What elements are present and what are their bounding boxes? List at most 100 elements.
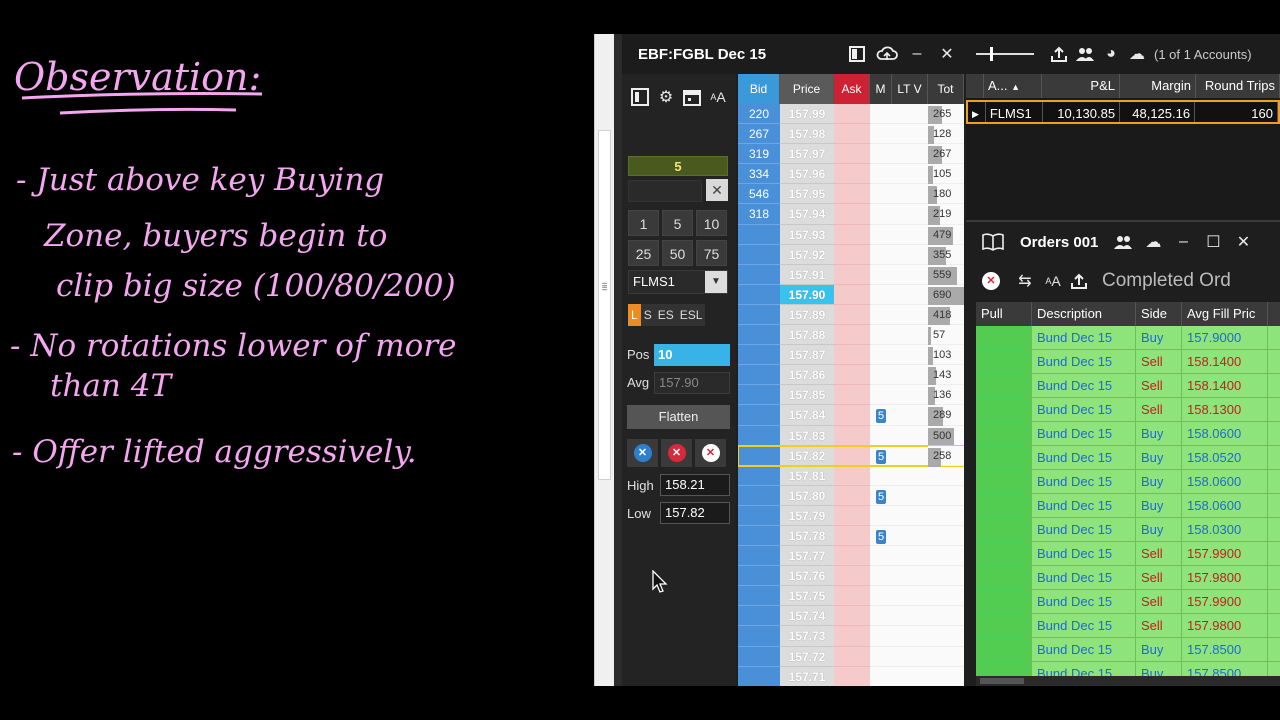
ask-cell[interactable]: [834, 586, 870, 607]
my-order-cell[interactable]: [870, 164, 892, 185]
bid-cell[interactable]: 334: [738, 164, 780, 185]
calendar-icon[interactable]: [680, 86, 704, 108]
price-cell[interactable]: 157.99: [780, 104, 834, 125]
ask-cell[interactable]: [834, 304, 870, 326]
ask-cell[interactable]: [834, 365, 870, 386]
order-row[interactable]: Bund Dec 15 Sell 157.9800: [976, 614, 1280, 638]
working-order-chip[interactable]: 5: [876, 489, 886, 504]
orders-col-side[interactable]: Side: [1136, 302, 1182, 326]
ask-cell[interactable]: [834, 124, 870, 145]
bid-cell[interactable]: [738, 666, 780, 686]
my-order-cell[interactable]: [870, 325, 892, 346]
cloud-icon[interactable]: ☁: [1142, 231, 1164, 253]
my-order-cell[interactable]: [870, 425, 892, 446]
my-order-cell[interactable]: 5: [870, 445, 892, 466]
layout-icon[interactable]: [846, 43, 868, 65]
price-cell[interactable]: 157.94: [780, 204, 834, 225]
swap-icon[interactable]: ⇆: [1014, 270, 1036, 292]
price-cell[interactable]: 157.97: [780, 144, 834, 165]
ask-cell[interactable]: [834, 425, 870, 446]
bid-cell[interactable]: [738, 224, 780, 245]
ask-cell[interactable]: [834, 224, 870, 245]
my-order-cell[interactable]: [870, 566, 892, 587]
accounts-col-margin[interactable]: Margin: [1120, 74, 1196, 98]
cancel-bids-button[interactable]: ✕: [627, 439, 658, 467]
slider-handle[interactable]: [990, 47, 993, 61]
ask-cell[interactable]: [834, 465, 870, 486]
price-cell[interactable]: 157.78: [780, 525, 834, 547]
bid-cell[interactable]: [738, 525, 780, 547]
price-cell[interactable]: 157.91: [780, 264, 834, 285]
cancel-icon[interactable]: ✕: [980, 270, 1002, 292]
ask-cell[interactable]: [834, 666, 870, 686]
scrollbar-thumb[interactable]: [598, 130, 611, 480]
ask-cell[interactable]: [834, 505, 870, 526]
bid-cell[interactable]: [738, 405, 780, 426]
tot-header[interactable]: Tot: [928, 74, 964, 104]
bid-cell[interactable]: [738, 445, 780, 466]
price-cell[interactable]: 157.79: [780, 505, 834, 526]
order-row[interactable]: Bund Dec 15 Buy 157.8500: [976, 638, 1280, 662]
price-cell[interactable]: 157.87: [780, 345, 834, 366]
accounts-col-roundtrips[interactable]: Round Trips: [1196, 74, 1280, 98]
cancel-asks-button[interactable]: ✕: [661, 439, 692, 467]
price-cell[interactable]: 157.76: [780, 566, 834, 587]
mode-l[interactable]: L: [628, 304, 641, 326]
my-order-cell[interactable]: [870, 244, 892, 265]
my-order-cell[interactable]: [870, 626, 892, 647]
price-cell[interactable]: 157.98: [780, 124, 834, 145]
my-order-cell[interactable]: [870, 385, 892, 406]
order-row[interactable]: Bund Dec 15 Sell 158.1400: [976, 374, 1280, 398]
my-order-cell[interactable]: [870, 505, 892, 526]
ask-cell[interactable]: [834, 284, 870, 305]
bid-cell[interactable]: [738, 304, 780, 326]
font-size-icon[interactable]: AA: [706, 86, 730, 108]
my-order-cell[interactable]: [870, 365, 892, 386]
quantity-input[interactable]: [628, 180, 702, 202]
order-row[interactable]: Bund Dec 15 Sell 157.9900: [976, 542, 1280, 566]
working-order-chip[interactable]: 5: [876, 529, 886, 544]
order-row[interactable]: Bund Dec 15 Buy 158.0520: [976, 446, 1280, 470]
price-cell[interactable]: 157.73: [780, 626, 834, 647]
ask-cell[interactable]: [834, 646, 870, 667]
sort-up-icon[interactable]: ▲: [1011, 82, 1020, 92]
my-order-cell[interactable]: [870, 184, 892, 205]
bid-cell[interactable]: [738, 264, 780, 285]
my-order-cell[interactable]: [870, 204, 892, 225]
price-cell[interactable]: 157.86: [780, 365, 834, 386]
layout-icon[interactable]: [628, 86, 652, 108]
price-cell[interactable]: 157.85: [780, 385, 834, 406]
ask-cell[interactable]: [834, 626, 870, 647]
ask-cell[interactable]: [834, 546, 870, 567]
my-order-cell[interactable]: 5: [870, 485, 892, 506]
close-icon[interactable]: ✕: [936, 43, 958, 65]
ask-cell[interactable]: [834, 525, 870, 547]
bid-cell[interactable]: 318: [738, 204, 780, 225]
order-row[interactable]: Bund Dec 15 Buy 158.0300: [976, 518, 1280, 542]
price-cell[interactable]: 157.89: [780, 304, 834, 326]
bid-cell[interactable]: 220: [738, 104, 780, 125]
users-icon[interactable]: [1074, 43, 1096, 65]
order-row[interactable]: Bund Dec 15 Buy 158.0600: [976, 494, 1280, 518]
ask-cell[interactable]: [834, 104, 870, 125]
bid-cell[interactable]: [738, 606, 780, 627]
account-select[interactable]: FLMS1 ▼: [628, 270, 728, 294]
my-order-cell[interactable]: 5: [870, 525, 892, 547]
price-cell[interactable]: 157.77: [780, 546, 834, 567]
price-cell[interactable]: 157.83: [780, 425, 834, 446]
price-cell[interactable]: 157.84: [780, 405, 834, 426]
gear-icon[interactable]: ⚙: [654, 86, 678, 108]
qty-button-1[interactable]: 1: [628, 210, 659, 236]
bid-cell[interactable]: [738, 465, 780, 486]
users-icon[interactable]: [1112, 231, 1134, 253]
book-icon[interactable]: [982, 231, 1004, 253]
hscroll-thumb[interactable]: [980, 678, 1024, 684]
price-cell[interactable]: 157.93: [780, 224, 834, 245]
working-order-chip[interactable]: 5: [876, 449, 886, 464]
pie-icon[interactable]: ◕: [1100, 43, 1122, 65]
minimize-icon[interactable]: –: [906, 43, 928, 65]
order-row[interactable]: Bund Dec 15 Sell 157.9800: [976, 566, 1280, 590]
order-quantity[interactable]: 5: [628, 156, 728, 176]
working-order-chip[interactable]: 5: [876, 409, 886, 424]
price-cell[interactable]: 157.80: [780, 485, 834, 506]
